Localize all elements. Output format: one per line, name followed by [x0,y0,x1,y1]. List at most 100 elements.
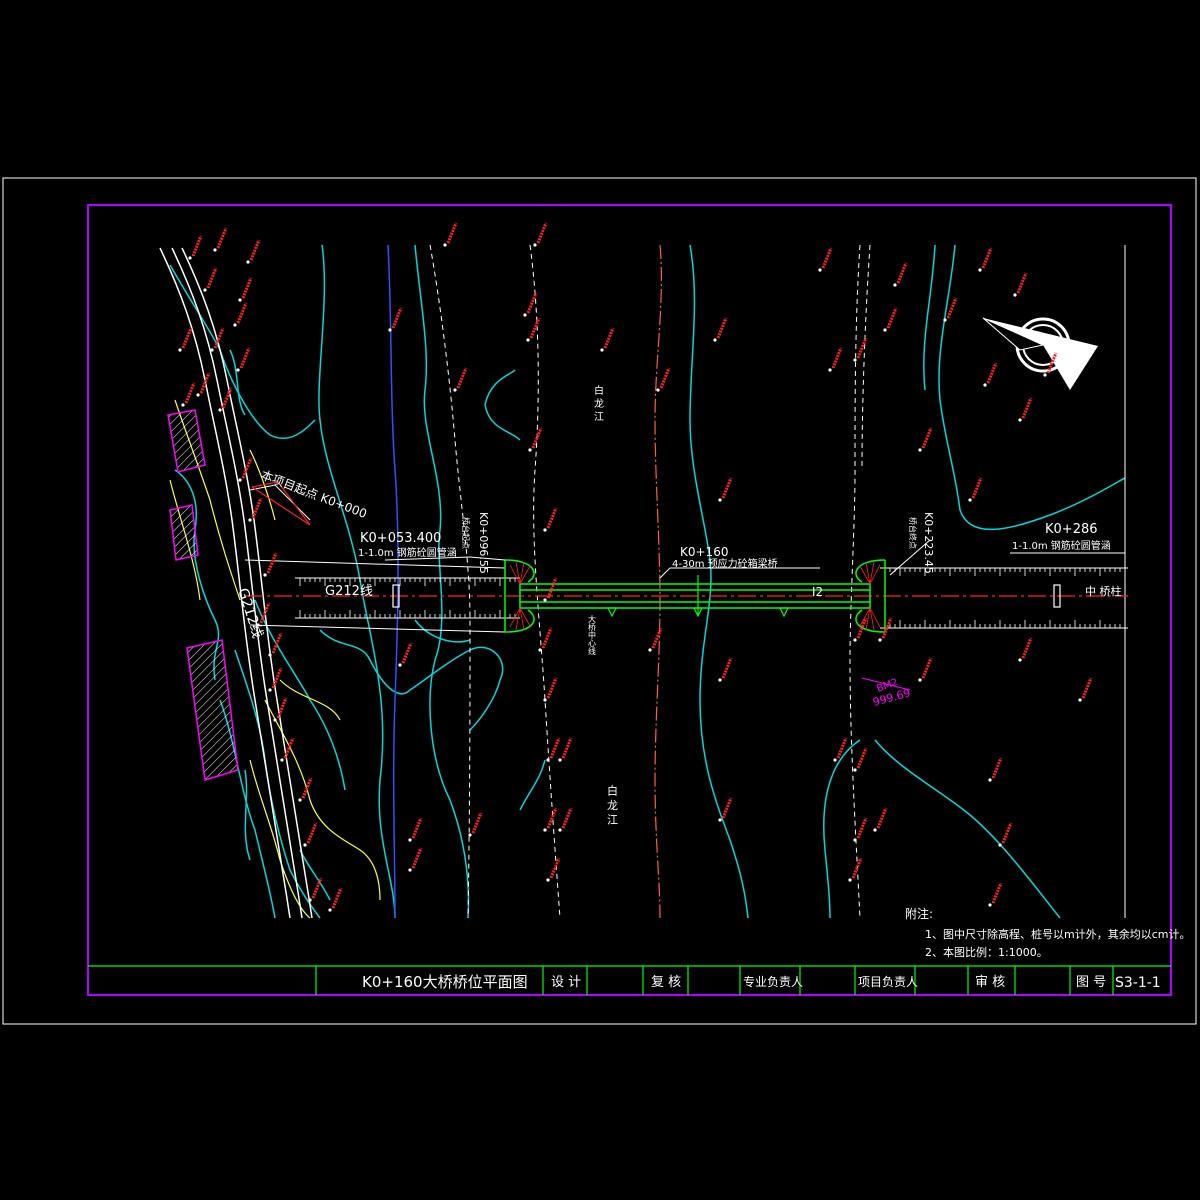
bank-lines [429,244,871,919]
notes-line-2: 2、本图比例：1:1000。 [925,945,1048,959]
elevation-point-dot [263,573,267,577]
elevation-point-label [856,617,868,639]
elevation-point-dot [533,243,537,247]
elevation-point-label [546,807,558,829]
elevation-point-dot [1078,698,1082,702]
elevation-point-label [206,267,218,289]
elevation-point-label [886,307,898,329]
culvert-right-desc: 1-1.0m 钢筋砼圆管涵 [1012,539,1111,552]
elevation-point-label [991,882,1003,904]
elevation-point-label [921,657,933,679]
elevation-point-label [236,302,248,324]
elevation-point-dot [218,408,222,412]
elevation-point-label [251,497,263,519]
elevation-point-dot [178,348,182,352]
title-block [88,965,1171,995]
elevation-point-label [184,382,196,404]
elevation-point-label [471,812,483,834]
elevation-point-label [181,327,193,349]
elevation-point-label [546,677,558,699]
elevation-point-label [526,292,538,314]
elevation-point-dot [1043,373,1047,377]
elevation-point-label [541,627,553,649]
elevation-point-dot [713,338,717,342]
elevation-point-label [549,737,561,759]
elevation-point-dot [328,908,332,912]
bridge-axis-label: 大桥中心线 [588,614,597,655]
elevation-point-label [1016,272,1028,294]
elevation-point-label [239,347,251,369]
elevation-point-dot [273,718,277,722]
elevation-point-label [716,317,728,339]
specialist-label: 专业负责人 [743,974,803,989]
elevation-point-label [221,387,233,409]
elevation-point-label [446,222,458,244]
elevation-point-label [266,552,278,574]
elevation-point-label [896,262,908,284]
elevation-point-dot [196,393,200,397]
contour-lines [169,244,1126,919]
start-point-label: 本项目起点 K0+000 [259,468,369,521]
north-arrow-icon [982,317,1098,390]
abutment-left-station: K0+096.55 [477,512,490,574]
elevation-point-label [603,327,615,349]
elevation-point-dot [546,758,550,762]
elevation-point-dot [408,838,412,842]
elevation-point-dot [648,648,652,652]
drawing-no-label: 图 号 [1076,975,1106,990]
elevation-point-label [821,247,833,269]
elevation-point-dot [983,383,987,387]
elevation-point-dot [656,388,660,392]
elevation-point-dot [543,828,547,832]
station-ticks [299,568,1126,628]
elevation-point-dot [468,833,472,837]
elevation-point-dot [543,528,547,532]
drawing-no: S3-1-1 [1115,975,1161,991]
elevation-point-label [1081,677,1093,699]
elevation-point-dot [233,323,237,327]
elevation-point-dot [828,368,832,372]
elevation-point-label [199,372,211,394]
sheet-frame [2,177,1197,1025]
elevation-point-dot [238,298,242,302]
elevation-point-dot [943,318,947,322]
elevation-point-dot [203,288,207,292]
abutment-right-station: K0+223.45 [922,512,935,574]
bridge-center-desc: 4-30m 预应力砼箱梁桥 [672,557,778,570]
elevation-point-label [946,297,958,319]
elevation-point-dot [546,878,550,882]
elevation-point-dot [818,268,822,272]
abutment-left-tag: 桥台起点 [461,517,471,549]
thalweg-line [654,244,662,919]
elevation-point-dot [526,338,530,342]
bridge-plan-drawing: 本项目起点 K0+000 K0+053.400 1-1.0m 钢筋砼圆管涵 K0… [2,177,1197,1025]
elevation-point-dot [523,313,527,317]
elevation-point-label [1001,822,1013,844]
elevation-point-label [971,477,983,499]
elevation-point-label [876,807,888,829]
elevation-point-label [721,477,733,499]
elevation-point-dot [878,638,882,642]
elevation-point-dot [398,663,402,667]
elevation-point-label [981,247,993,269]
elevation-point-label [721,797,733,819]
elevation-point-label [856,747,868,769]
elevation-point-dot [848,878,852,882]
elevation-point-dot [833,758,837,762]
elevation-point-dot [853,838,857,842]
elevation-point-label [986,362,998,384]
elevation-point-dot [853,638,857,642]
project-lead-label: 项目负责人 [858,975,918,989]
highway-g212 [159,247,313,919]
elevation-point-dot [543,598,547,602]
elevation-point-dot [308,898,312,902]
elevation-point-dot [303,843,307,847]
elevation-point-dot [246,260,250,264]
elevation-point-dot [528,448,532,452]
elevation-point-label [546,577,558,599]
elevation-point-label [249,239,261,261]
river-name-bottom: 白 龙 江 [606,784,619,825]
elevation-point-dot [453,388,457,392]
elevation-point-dot [238,478,242,482]
abutment-right-tag: 桥台终点 [908,517,918,549]
